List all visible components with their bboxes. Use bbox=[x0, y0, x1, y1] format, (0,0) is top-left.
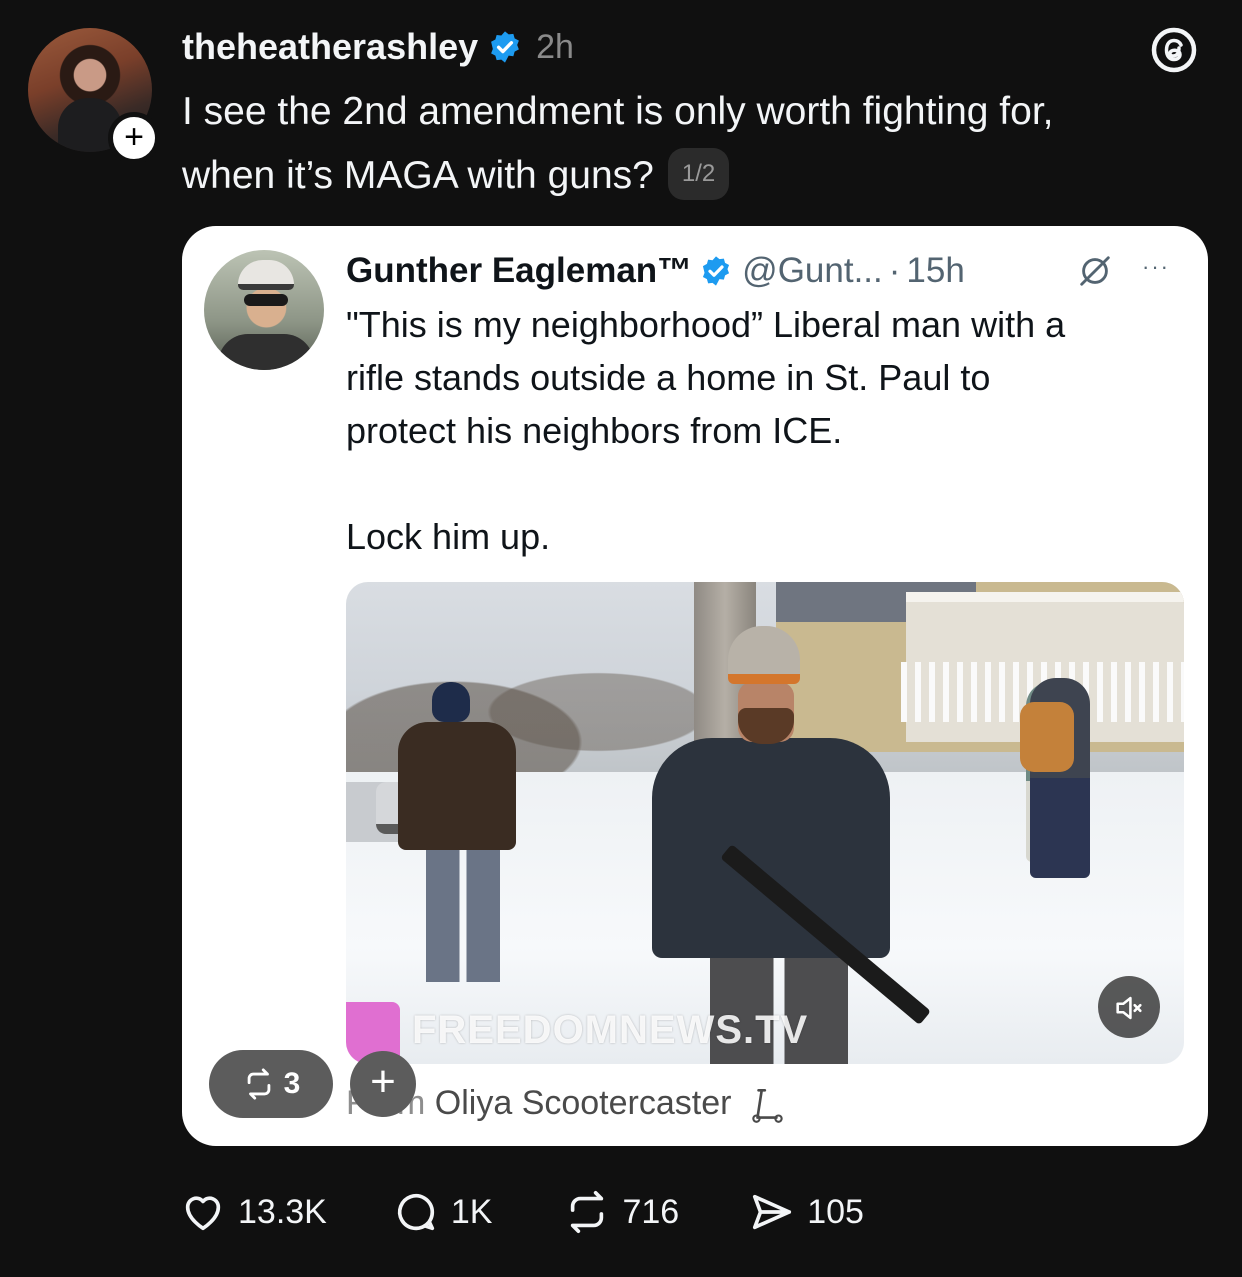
page-indicator-badge: 1/2 bbox=[667, 147, 730, 200]
like-button[interactable]: 13.3K bbox=[180, 1189, 327, 1235]
post-text-line-2: when it’s MAGA with guns? 1/2 bbox=[182, 144, 1202, 208]
repost-button[interactable]: 716 bbox=[564, 1189, 679, 1235]
quoted-author-name[interactable]: Gunther Eagleman™ bbox=[346, 251, 692, 291]
send-icon bbox=[753, 1194, 792, 1230]
quoted-text-line: "This is my neighborhood” Liberal man wi… bbox=[346, 304, 1066, 345]
add-button[interactable]: + bbox=[350, 1051, 416, 1117]
from-name[interactable]: Oliya Scootercaster bbox=[435, 1084, 732, 1122]
repost-icon bbox=[571, 1191, 604, 1233]
video-watermark: FREEDOMNEWS.TV bbox=[412, 1008, 809, 1052]
repost-count-pill[interactable]: 3 bbox=[209, 1050, 333, 1118]
post-text-line-1: I see the 2nd amendment is only worth fi… bbox=[182, 90, 1054, 133]
post-author-avatar-wrap[interactable]: + bbox=[28, 28, 160, 164]
quoted-post-time: 15h bbox=[906, 251, 965, 290]
post-header: theheatherashley 2h bbox=[182, 22, 574, 72]
share-button[interactable]: 105 bbox=[749, 1189, 864, 1235]
verified-badge-icon bbox=[491, 31, 520, 63]
action-bar: 13.3K 1K 716 105 bbox=[180, 1186, 864, 1238]
repost-count: 3 bbox=[283, 1067, 301, 1100]
repost-count: 716 bbox=[622, 1192, 680, 1231]
comment-icon bbox=[397, 1193, 434, 1231]
verified-badge-icon bbox=[703, 256, 730, 286]
quoted-text-line: Lock him up. bbox=[346, 516, 551, 557]
reply-button[interactable]: 1K bbox=[393, 1189, 493, 1235]
mute-button[interactable] bbox=[1098, 976, 1160, 1038]
share-count: 105 bbox=[807, 1192, 864, 1231]
scooter-icon bbox=[752, 1089, 783, 1123]
more-options-icon[interactable]: ··· bbox=[1142, 254, 1170, 280]
post-body: I see the 2nd amendment is only worth fi… bbox=[182, 80, 1202, 208]
quoted-author-avatar[interactable] bbox=[204, 250, 324, 370]
separator-dot: · bbox=[888, 251, 901, 290]
post-text-line-2-text: when it’s MAGA with guns? bbox=[182, 154, 654, 197]
quoted-video[interactable]: FREEDOMNEWS.TV bbox=[346, 582, 1184, 1064]
quoted-post-text: "This is my neighborhood” Liberal man wi… bbox=[346, 298, 1186, 563]
quoted-post-card[interactable]: Gunther Eagleman™ @Gunt... · 15h ··· "Th… bbox=[182, 226, 1208, 1146]
quoted-author-handle[interactable]: @Gunt... bbox=[742, 251, 883, 291]
quoted-text-line: protect his neighbors from ICE. bbox=[346, 410, 843, 451]
author-username[interactable]: theheatherashley bbox=[182, 26, 478, 68]
quoted-post-header: Gunther Eagleman™ @Gunt... · 15h bbox=[346, 248, 965, 294]
quoted-text-line: rifle stands outside a home in St. Paul … bbox=[346, 357, 991, 398]
post-timestamp: 2h bbox=[536, 27, 574, 66]
reply-count: 1K bbox=[450, 1192, 493, 1231]
heart-icon bbox=[185, 1196, 221, 1231]
speaker-muted-icon bbox=[1116, 996, 1142, 1019]
like-count: 13.3K bbox=[238, 1192, 327, 1231]
repost-icon bbox=[247, 1068, 270, 1100]
follow-button[interactable]: + bbox=[108, 112, 160, 164]
grok-icon[interactable] bbox=[1076, 252, 1114, 290]
threads-logo-icon[interactable] bbox=[1150, 26, 1198, 74]
